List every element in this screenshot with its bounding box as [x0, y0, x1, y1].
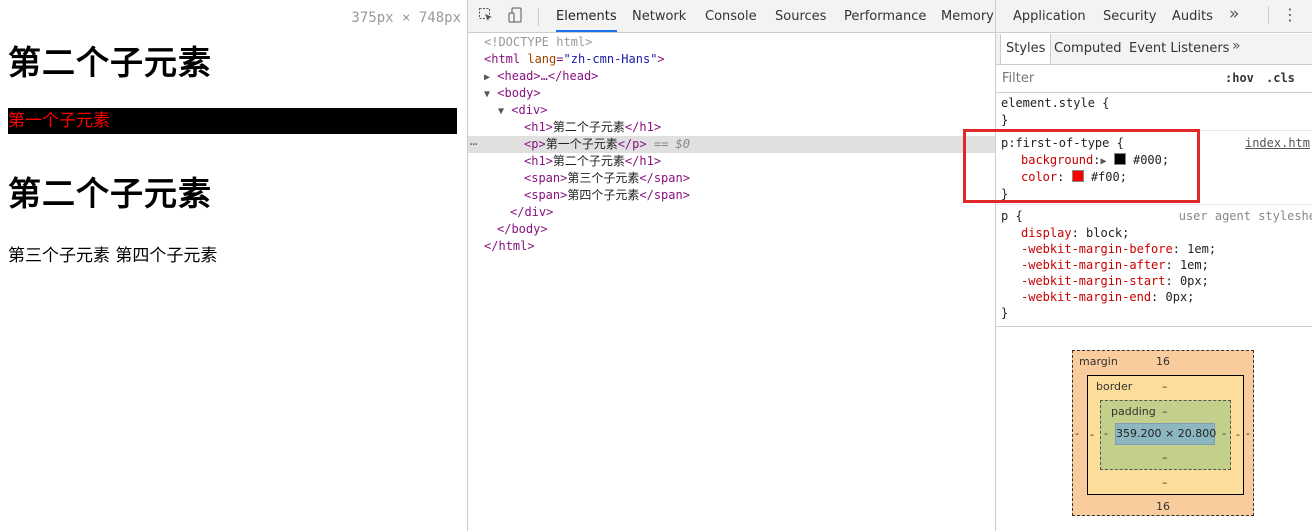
ua-declaration: -webkit-margin-after: 1em;	[1021, 258, 1209, 272]
styles-panel: Application Security Audits » ⋮ Styles C…	[996, 0, 1312, 531]
dom-node-div[interactable]: ▼ <div>	[468, 102, 995, 119]
tab-network[interactable]: Network	[632, 0, 686, 32]
more-subtabs-icon[interactable]: »	[1232, 38, 1241, 54]
padding-left-value[interactable]: -	[1104, 427, 1108, 440]
dom-node-html[interactable]: <html lang="zh-cmn-Hans">	[468, 51, 995, 68]
ua-declaration: -webkit-margin-before: 1em;	[1021, 242, 1217, 256]
margin-left-value[interactable]: -	[1075, 427, 1079, 440]
rule-close-brace: }	[1001, 187, 1009, 201]
color-swatch-black[interactable]	[1113, 153, 1126, 165]
tab-sources[interactable]: Sources	[775, 0, 826, 32]
user-agent-p-rule: p { user agent styleshe display: block; …	[996, 207, 1312, 325]
padding-bottom-value[interactable]: –	[1162, 451, 1168, 464]
ua-p-selector[interactable]: p {	[1001, 208, 1023, 224]
element-style-selector[interactable]: element.style {	[1001, 95, 1109, 111]
kebab-menu-icon[interactable]: ⋮	[1282, 5, 1298, 24]
dom-node-div-close[interactable]: </div>	[468, 204, 995, 221]
inspect-element-icon[interactable]	[478, 7, 494, 27]
tab-security[interactable]: Security	[1103, 0, 1156, 32]
more-options-icon[interactable]: ⋯	[470, 136, 477, 153]
box-model-content[interactable]: 359.200 × 20.800	[1115, 423, 1216, 445]
subtab-event-listeners[interactable]: Event Listeners	[1124, 34, 1234, 64]
preview-h1-first[interactable]: 第二个子元素	[8, 36, 212, 84]
box-model-diagram: margin 16 16 - - border – – - - padding …	[996, 326, 1312, 531]
expand-arrow-icon[interactable]: ▶	[484, 72, 490, 83]
styles-filter-input[interactable]	[1000, 70, 1204, 87]
padding-label: padding	[1111, 405, 1156, 418]
rule-close-brace: }	[1001, 306, 1009, 320]
box-model-margin[interactable]: margin 16 16 - - border – – - - padding …	[1072, 350, 1254, 516]
device-toolbar-icon[interactable]	[508, 7, 524, 27]
more-tabs-icon[interactable]: »	[1229, 4, 1239, 24]
box-model-padding[interactable]: padding – – - - 359.200 × 20.800	[1100, 400, 1231, 470]
box-model-border[interactable]: border – – - - padding – – - - 359.200 ×…	[1087, 375, 1244, 495]
border-top-value[interactable]: –	[1162, 380, 1168, 393]
dom-node-body-close[interactable]: </body>	[468, 221, 995, 238]
tab-audits[interactable]: Audits	[1172, 0, 1213, 32]
styles-filter-bar: :hov .cls	[996, 66, 1312, 93]
dom-node-h1-second[interactable]: <h1>第二个子元素</h1>	[468, 153, 995, 170]
margin-top-value[interactable]: 16	[1156, 355, 1170, 368]
tab-console[interactable]: Console	[705, 0, 757, 32]
rule-close-brace: }	[1001, 113, 1009, 127]
ua-stylesheet-label: user agent styleshe	[1178, 209, 1312, 223]
preview-h1-second[interactable]: 第二个子元素	[8, 167, 212, 215]
tab-elements[interactable]: Elements	[556, 0, 617, 32]
element-style-rule: element.style { }	[996, 93, 1312, 131]
preview-paragraph[interactable]: 第一个子元素	[8, 108, 457, 134]
dom-node-h1-first[interactable]: <h1>第二个子元素</h1>	[468, 119, 995, 136]
devtools-toolbar-right: Application Security Audits » ⋮	[996, 0, 1312, 33]
ua-declaration: -webkit-margin-start: 0px;	[1021, 274, 1209, 288]
padding-right-value[interactable]: -	[1222, 427, 1226, 440]
ua-declaration: -webkit-margin-end: 0px;	[1021, 290, 1195, 304]
expand-shorthand-icon[interactable]: ▶	[1100, 156, 1106, 167]
color-swatch-red[interactable]	[1071, 170, 1084, 182]
cls-toggle[interactable]: .cls	[1266, 71, 1295, 85]
dom-node-doctype[interactable]: <!DOCTYPE html>	[468, 34, 995, 51]
styles-subtabs: Styles Computed Event Listeners »	[996, 34, 1312, 65]
margin-right-value[interactable]: -	[1246, 427, 1250, 440]
subtab-computed[interactable]: Computed	[1049, 34, 1127, 64]
elements-panel: Elements Network Console Sources Perform…	[468, 0, 996, 531]
tab-performance[interactable]: Performance	[844, 0, 926, 32]
rule-source-link[interactable]: index.htm	[1245, 135, 1310, 151]
toolbar-separator	[538, 8, 539, 26]
tab-memory[interactable]: Memory	[941, 0, 994, 32]
page-preview: 375px × 748px 第二个子元素 第一个子元素 第二个子元素 第三个子元…	[0, 0, 468, 531]
ua-declaration: display: block;	[1021, 226, 1130, 240]
collapse-arrow-icon[interactable]: ▼	[484, 89, 490, 100]
dom-node-head[interactable]: ▶ <head>…</head>	[468, 68, 995, 85]
devtools-toolbar: Elements Network Console Sources Perform…	[468, 0, 995, 33]
color-declaration[interactable]: color: #f00;	[1021, 169, 1127, 185]
collapse-arrow-icon[interactable]: ▼	[498, 106, 504, 117]
dom-node-span-second[interactable]: <span>第四个子元素</span>	[468, 187, 995, 204]
dom-node-body[interactable]: ▼ <body>	[468, 85, 995, 102]
dom-node-span-first[interactable]: <span>第三个子元素</span>	[468, 170, 995, 187]
border-left-value[interactable]: -	[1090, 428, 1094, 441]
first-of-type-rule: p:first-of-type { index.htm background:▶…	[996, 134, 1312, 205]
first-of-type-selector[interactable]: p:first-of-type {	[1001, 135, 1124, 151]
toolbar-separator	[1268, 6, 1269, 24]
background-declaration[interactable]: background:▶ #000;	[1021, 152, 1169, 168]
margin-label: margin	[1079, 355, 1118, 368]
preview-spans-line[interactable]: 第三个子元素 第四个子元素	[8, 241, 217, 266]
padding-top-value[interactable]: –	[1162, 405, 1168, 418]
border-label: border	[1096, 380, 1133, 393]
subtab-styles[interactable]: Styles	[1000, 34, 1052, 64]
dom-node-html-close[interactable]: </html>	[468, 238, 995, 255]
border-bottom-value[interactable]: –	[1162, 476, 1168, 489]
viewport-size-label: 375px × 748px	[351, 10, 461, 26]
hov-toggle[interactable]: :hov	[1225, 71, 1254, 85]
border-right-value[interactable]: -	[1236, 428, 1240, 441]
dom-node-p-selected[interactable]: ⋯ <p>第一个子元素</p> == $0	[468, 136, 995, 153]
tab-application[interactable]: Application	[1013, 0, 1086, 32]
margin-bottom-value[interactable]: 16	[1156, 500, 1170, 513]
